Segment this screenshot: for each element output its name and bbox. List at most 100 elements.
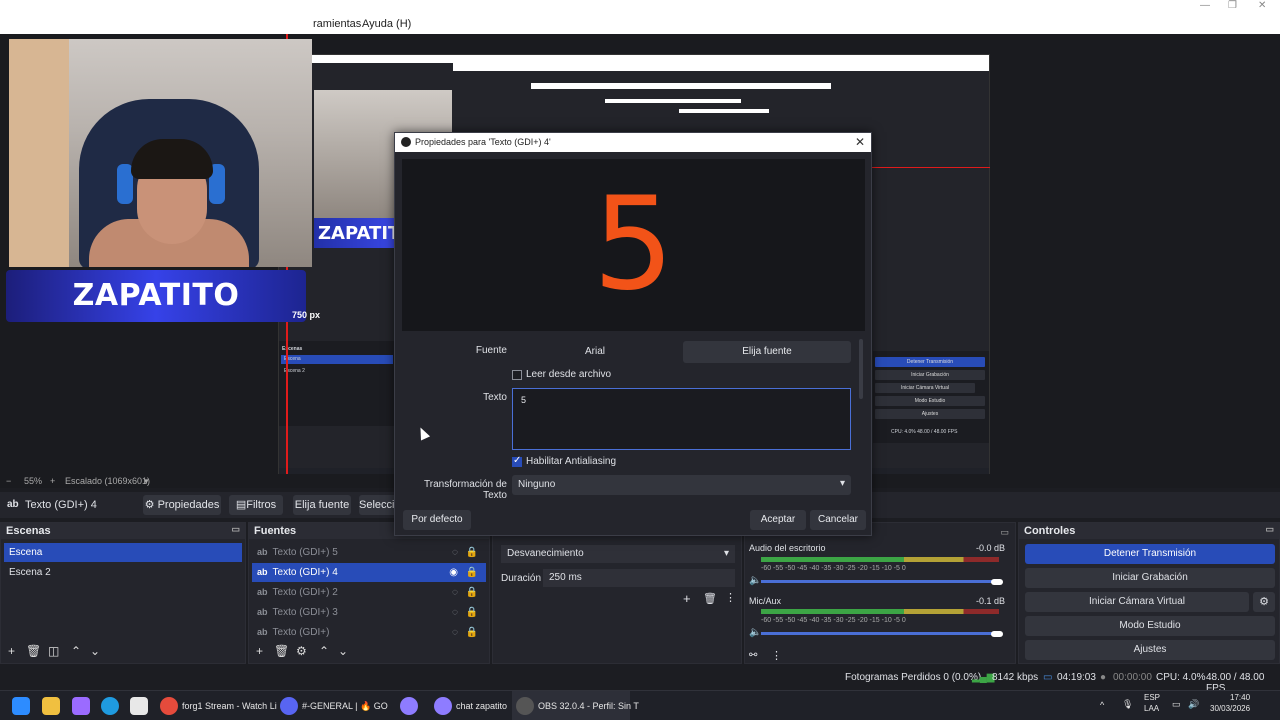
filter-icon[interactable]: ◫ [48,644,59,658]
mic-label: Mic/Aux [749,596,782,606]
source-item[interactable]: ab Texto (GDI+) 4 ◉ 🔒 [252,563,486,582]
select-button[interactable]: Seleccio [359,495,397,515]
more-icon[interactable]: ⋮ [771,649,782,662]
volume-icon[interactable]: 🔊 [1188,699,1199,710]
move-up-icon[interactable]: ⌃ [319,644,329,658]
antialias-checkbox[interactable] [512,455,522,467]
scenes-title: Escenas [6,525,51,537]
copilot-icon[interactable] [72,697,90,715]
stop-stream-button[interactable]: Detener Transmisión [1025,544,1275,564]
clock-date[interactable]: 30/03/2026 [1210,704,1250,713]
chevron-up-icon[interactable]: ^ [1100,700,1104,710]
clock-time[interactable]: 17:40 [1230,693,1250,702]
settings-button[interactable]: Ajustes [1025,640,1275,660]
add-icon[interactable]: + [8,644,15,658]
source-item[interactable]: ab Texto (GDI+) ◌ 🔒 [252,623,486,642]
menu-help[interactable]: Ayuda (H) [362,18,411,30]
edge-icon[interactable] [101,697,119,715]
menu-bar: ramientas Ayuda (H) [0,14,1280,34]
dock-undock-icon[interactable]: ▭ [231,524,240,535]
network-icon[interactable]: ▭ [1172,699,1181,710]
selected-source-name: Texto (GDI+) 4 [25,499,97,511]
store-icon[interactable] [130,697,148,715]
desktop-audio-db: -0.0 dB [975,543,1005,553]
start-recording-button[interactable]: Iniciar Grabación [1025,568,1275,588]
move-down-icon[interactable]: ⌄ [90,644,100,658]
scene-item[interactable]: Escena 2 [4,563,242,582]
gear-icon[interactable]: ⚙ [1253,592,1275,612]
nested-studio-button: Modo Estudio [875,396,985,406]
obs-icon [401,137,411,147]
slider-knob[interactable] [991,579,1003,585]
read-from-file-checkbox[interactable] [512,370,522,380]
language-layout[interactable]: LAA [1144,704,1159,713]
obs-icon[interactable] [516,697,534,715]
taskbar-obs[interactable]: OBS 32.0.4 - Perfil: Sin T [538,701,639,711]
duration-label: Duración [501,573,542,584]
microphone-icon[interactable]: 🎙 [1122,699,1133,710]
dock-undock-icon[interactable]: ▭ [1265,524,1274,535]
slider-knob[interactable] [991,631,1003,637]
app-icon[interactable] [400,697,418,715]
zoom-level: 55% [24,476,43,486]
meter-scale: -60 -55 -50 -45 -40 -35 -30 -25 -20 -15 … [761,617,906,624]
defaults-button[interactable]: Por defecto [403,510,471,530]
language-code[interactable]: ESP [1144,693,1160,702]
file-explorer-icon[interactable] [42,697,60,715]
duration-field[interactable]: 250 ms [543,569,735,587]
dropped-frames: Fotogramas Perdidos 0 (0.0%) [845,672,982,683]
trash-icon[interactable]: 🗑 [274,644,289,658]
chevron-down-icon[interactable]: ▾ [144,476,149,487]
discord-icon[interactable] [280,697,298,715]
windows-start-icon[interactable] [12,697,30,715]
nested-vcam-button: Iniciar Cámara Virtual [875,383,975,393]
properties-button[interactable]: ⚙ Propiedades [143,495,221,515]
transform-select[interactable]: Ninguno ▾ [512,475,851,495]
speaker-icon[interactable]: 🔈 [749,575,761,586]
add-icon[interactable]: + [256,644,263,658]
trash-icon[interactable]: 🗑 [26,644,41,658]
cancel-button[interactable]: Cancelar [810,510,866,530]
controls-title: Controles [1024,525,1076,537]
menu-tools[interactable]: ramientas [313,18,361,30]
scrollbar[interactable] [859,339,863,399]
bitrate: 8142 kbps [992,672,1039,683]
transition-select[interactable]: Desvanecimiento ▾ [501,545,735,563]
dock-undock-icon[interactable]: ▭ [1000,527,1009,538]
trash-icon[interactable]: 🗑 [703,592,717,605]
scale-mode[interactable]: Escalado (1069x601) [65,476,150,486]
start-virtual-camera-button[interactable]: Iniciar Cámara Virtual [1025,592,1249,612]
controls-dock: Controles ▭ Detener Transmisión Iniciar G… [1018,522,1280,664]
maximize-icon[interactable]: ❐ [1228,0,1237,11]
scene-item[interactable]: Escena [4,543,242,562]
source-item[interactable]: ab Texto (GDI+) 3 ◌ 🔒 [252,603,486,622]
close-icon[interactable]: ✕ [855,135,865,149]
app-icon[interactable] [434,697,452,715]
taskbar-chrome[interactable]: forg1 Stream - Watch Li [182,701,277,711]
minimize-icon[interactable]: — [1200,0,1210,11]
zoom-in-icon[interactable]: + [50,476,55,486]
move-up-icon[interactable]: ⌃ [71,644,81,658]
text-input[interactable]: 5 [512,388,851,450]
chrome-icon[interactable] [160,697,178,715]
choose-font-button[interactable]: Elija fuente [293,495,351,515]
studio-mode-button[interactable]: Modo Estudio [1025,616,1275,636]
desktop-volume-slider[interactable] [761,580,997,583]
move-down-icon[interactable]: ⌄ [338,644,348,658]
mic-volume-slider[interactable] [761,632,997,635]
gear-icon[interactable]: ⚙ [296,644,307,658]
speaker-icon[interactable]: 🔈 [749,627,761,638]
more-icon[interactable]: ⋮ [725,591,736,604]
link-icon[interactable]: ⚯ [749,650,757,661]
source-item[interactable]: ab Texto (GDI+) 5 ◌ 🔒 [252,543,486,562]
close-icon[interactable]: ✕ [1258,0,1266,11]
source-item[interactable]: ab Texto (GDI+) 2 ◌ 🔒 [252,583,486,602]
accept-button[interactable]: Aceptar [750,510,806,530]
filters-button[interactable]: ▤Filtros [229,495,283,515]
taskbar-discord[interactable]: #-GENERAL | 🔥 GO [302,701,388,712]
stream-time: 04:19:03 [1057,672,1096,683]
zoom-out-icon[interactable]: − [6,476,11,486]
add-icon[interactable]: + [683,591,691,606]
choose-font-button[interactable]: Elija fuente [683,341,851,363]
taskbar-chat[interactable]: chat zapatito [456,701,507,711]
